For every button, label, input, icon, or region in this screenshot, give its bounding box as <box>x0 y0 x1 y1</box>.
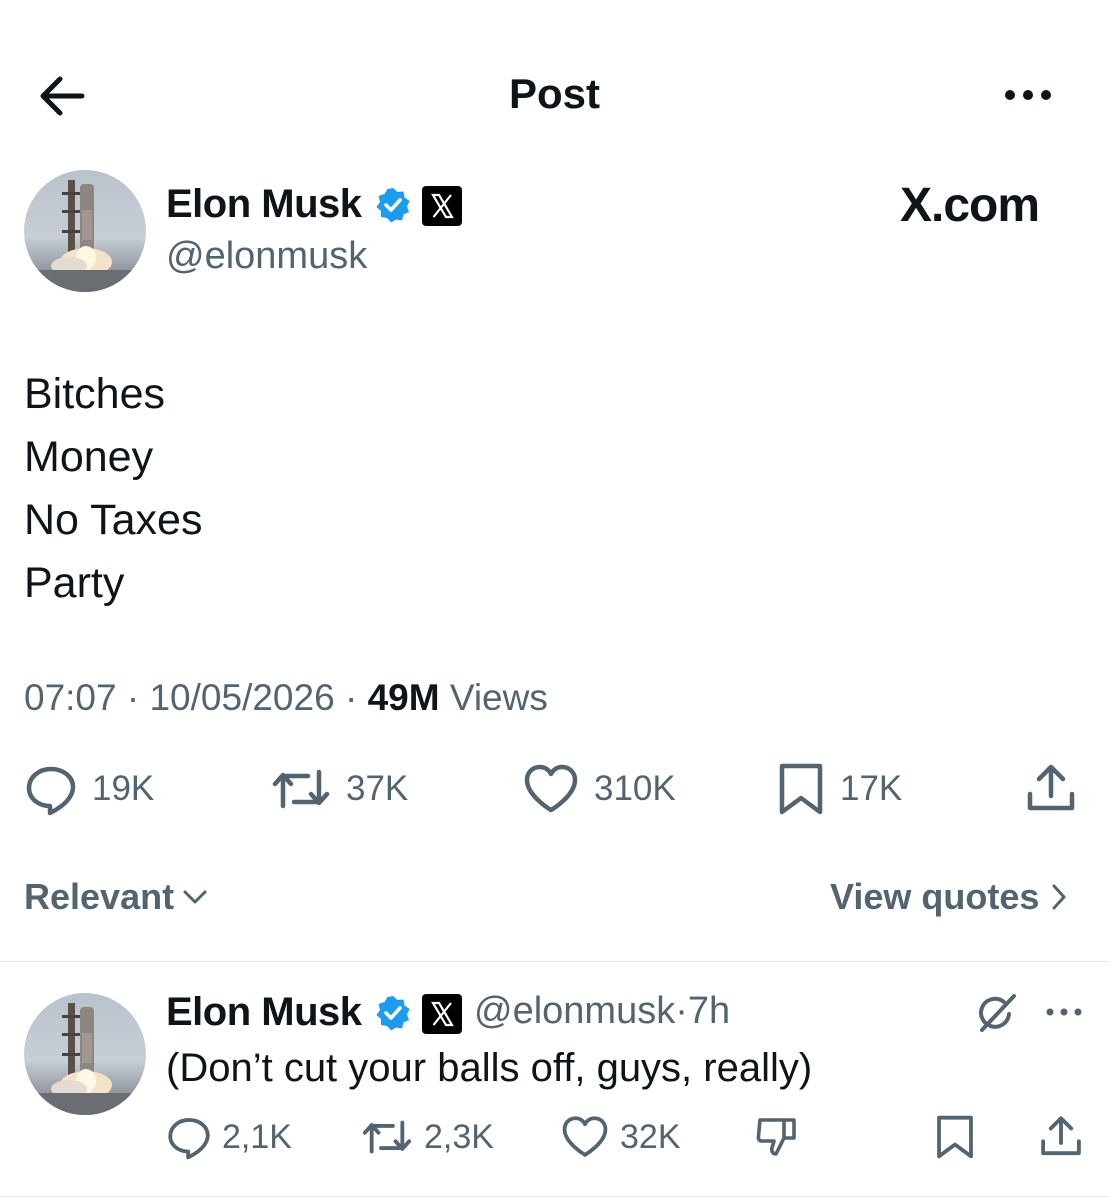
reply-repost-button[interactable]: 2,3K <box>360 1114 494 1160</box>
x-logo-icon <box>422 994 462 1034</box>
reply-handle[interactable]: @elonmusk <box>474 990 675 1032</box>
views-count: 49M <box>367 677 440 718</box>
reply-text: (Don’t cut your balls off, guys, really) <box>166 1046 813 1090</box>
repost-count: 37K <box>346 769 409 808</box>
separator-dot: · <box>126 677 140 718</box>
reply-time[interactable]: 7h <box>688 990 730 1032</box>
page-title: Post <box>508 70 600 117</box>
author-handle[interactable]: @elonmusk <box>166 235 367 278</box>
reply-icon <box>26 766 76 816</box>
like-count: 32K <box>620 1117 681 1156</box>
views-label: Views <box>449 677 548 718</box>
share-icon <box>1027 764 1075 811</box>
divider <box>0 961 1109 962</box>
dislike-icon <box>756 1118 796 1156</box>
bookmark-icon <box>937 1115 973 1159</box>
reply-more-button[interactable] <box>1044 1004 1084 1020</box>
avatar-image <box>24 1003 146 1115</box>
repost-button[interactable]: 37K <box>270 762 408 816</box>
avatar[interactable] <box>24 170 146 292</box>
post-line: Money <box>24 433 154 481</box>
reply-handle-time: @elonmusk·7h <box>474 990 730 1033</box>
reply-icon <box>168 1118 210 1160</box>
x-logo-icon <box>422 186 462 226</box>
avatar-image <box>24 180 146 292</box>
like-icon <box>524 764 578 813</box>
reply-avatar[interactable] <box>24 993 146 1115</box>
reply-like-button[interactable]: 32K <box>560 1114 681 1160</box>
more-options-button[interactable] <box>1000 80 1056 110</box>
x-affiliate-badge <box>422 186 462 226</box>
post-line: Bitches <box>24 370 166 418</box>
repost-icon <box>362 1120 412 1154</box>
repost-icon <box>272 769 330 809</box>
reply-share-button[interactable] <box>1038 1114 1084 1160</box>
verified-badge <box>374 186 412 224</box>
post-line: No Taxes <box>24 496 203 544</box>
author-name[interactable]: Elon Musk <box>166 182 362 227</box>
divider <box>0 1196 1109 1197</box>
sort-dropdown[interactable]: Relevant <box>24 876 208 918</box>
post-date[interactable]: 10/05/2026 <box>149 677 334 718</box>
reply-count: 19K <box>92 769 155 808</box>
xcom-brand-text: X.com <box>900 179 1040 232</box>
like-icon <box>562 1116 608 1157</box>
bookmark-icon <box>779 763 823 815</box>
post-meta: 07:07 · 10/05/2026 · 49M Views <box>24 677 548 719</box>
reply-button[interactable]: 19K <box>24 762 154 816</box>
grok-button[interactable] <box>974 990 1020 1036</box>
post-line: Party <box>24 559 125 607</box>
share-button[interactable] <box>1024 762 1078 816</box>
verified-badge <box>374 994 412 1032</box>
x-affiliate-badge <box>422 994 462 1034</box>
share-icon <box>1041 1116 1081 1156</box>
view-quotes-label: View quotes <box>830 876 1040 917</box>
verified-icon <box>376 996 410 1031</box>
chevron-right-icon <box>1052 884 1066 910</box>
chevron-down-icon <box>183 890 207 904</box>
bookmark-button[interactable]: 17K <box>776 762 902 816</box>
like-button[interactable]: 310K <box>522 762 676 816</box>
bookmark-count: 17K <box>840 769 903 808</box>
view-quotes-link[interactable]: View quotes <box>830 876 1069 918</box>
separator-dot: · <box>675 990 688 1032</box>
sort-label: Relevant <box>24 876 175 917</box>
more-icon <box>1005 90 1051 100</box>
post-time[interactable]: 07:07 <box>24 677 117 718</box>
separator-dot: · <box>344 677 358 718</box>
reply-count: 2,1K <box>222 1117 292 1156</box>
reply-reply-button[interactable]: 2,1K <box>166 1114 292 1160</box>
reply-author-name[interactable]: Elon Musk <box>166 990 362 1035</box>
verified-icon <box>376 188 410 223</box>
reply-bookmark-button[interactable] <box>934 1114 976 1160</box>
like-count: 310K <box>594 769 676 808</box>
grok-icon <box>979 994 1016 1032</box>
reply-dislike-button[interactable] <box>754 1114 800 1160</box>
more-icon <box>1046 1008 1082 1016</box>
post-body: Bitches Money No Taxes Party <box>24 363 202 615</box>
repost-count: 2,3K <box>424 1117 494 1156</box>
